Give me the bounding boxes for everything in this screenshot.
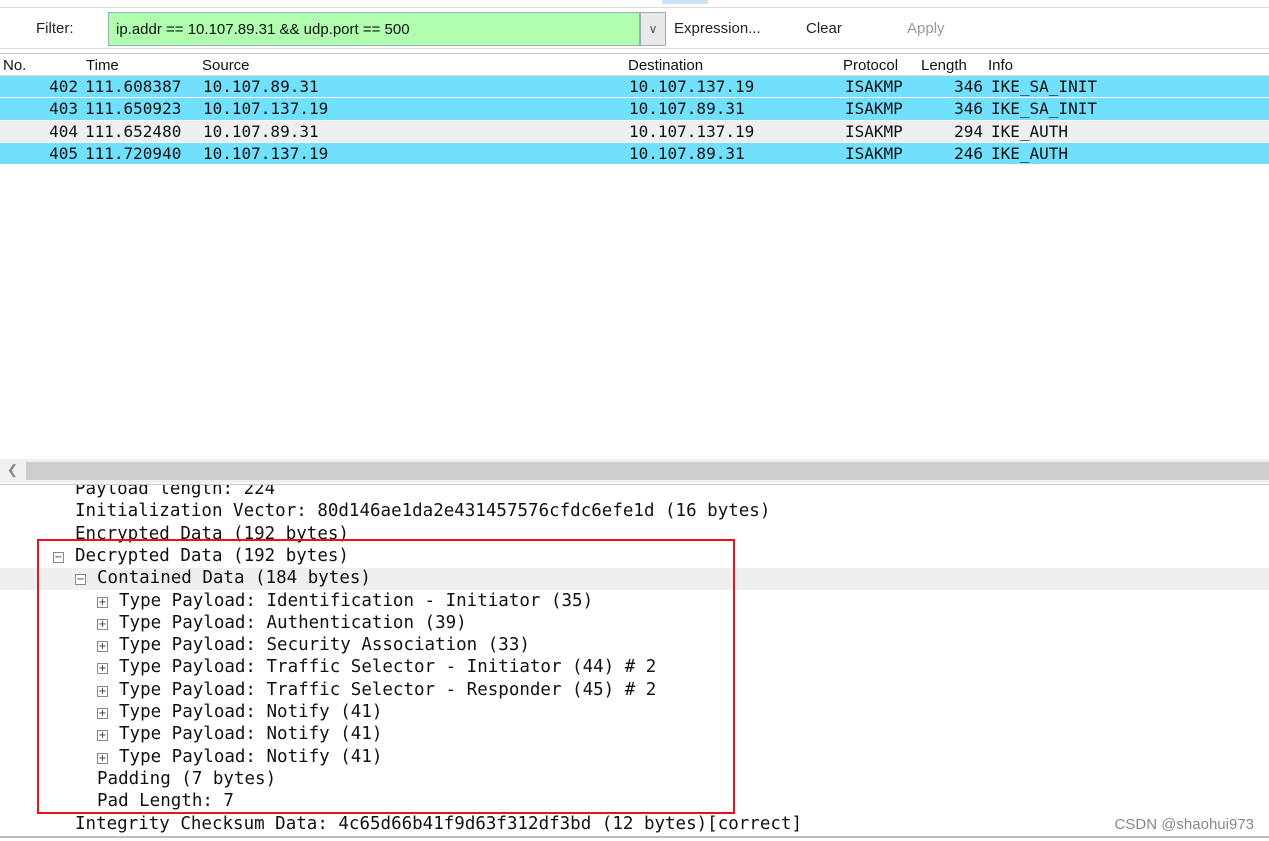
packet-cell-source: 10.107.89.31 [203, 121, 319, 141]
tree-item-label: Initialization Vector: 80d146ae1da2e4314… [75, 501, 771, 522]
annotation-highlight-box [37, 539, 735, 814]
packet-cell-no: 403 [49, 99, 78, 119]
packet-cell-info: IKE_AUTH [991, 143, 1069, 163]
packet-list: No. Time Source Destination Protocol Len… [0, 53, 1269, 458]
packet-cell-no: 402 [49, 77, 78, 96]
packet-cell-info: IKE_SA_INIT [991, 77, 1097, 96]
packet-row[interactable]: 405 111.720940 10.107.137.19 10.107.89.31 IS… [0, 142, 1269, 166]
clear-button[interactable]: Clear [806, 20, 842, 37]
column-header-info[interactable]: Info [988, 57, 1013, 74]
packet-cell-source: 10.107.89.31 [203, 77, 319, 96]
packet-cell-destination: 10.107.89.31 [629, 143, 745, 163]
packet-cell-length: 294 [954, 121, 983, 141]
packet-cell-destination: 10.107.137.19 [629, 121, 755, 141]
scroll-left-icon[interactable]: ❮ [7, 462, 18, 478]
apply-button[interactable]: Apply [907, 20, 945, 37]
packet-row[interactable]: 404 111.652480 10.107.89.31 10.107.137.19 IS… [0, 120, 1269, 143]
packet-cell-time: 111.650923 [85, 99, 182, 119]
filter-toolbar: Filter: ip.addr == 10.107.89.31 && udp.p… [0, 9, 1269, 49]
tree-item[interactable]: Payload length: 224 [0, 484, 1269, 501]
packet-cell-info: IKE_AUTH [991, 121, 1069, 141]
tree-item-label: Integrity Checksum Data: 4c65d66b41f9d63… [75, 813, 802, 834]
filter-input[interactable]: ip.addr == 10.107.89.31 && udp.port == 5… [108, 12, 640, 46]
packet-cell-info: IKE_SA_INIT [991, 99, 1097, 119]
top-toolbar [0, 0, 1269, 8]
packet-cell-protocol: ISAKMP [845, 77, 903, 96]
column-header-no[interactable]: No. [3, 57, 26, 74]
packet-row[interactable]: 403 111.650923 10.107.137.19 10.107.89.31 IS… [0, 98, 1269, 121]
packet-cell-protocol: ISAKMP [845, 121, 903, 141]
packet-cell-destination: 10.107.89.31 [629, 99, 745, 119]
column-header-protocol[interactable]: Protocol [843, 57, 898, 74]
filter-label: Filter: [36, 20, 74, 37]
column-header-destination[interactable]: Destination [628, 57, 703, 74]
packet-cell-length: 246 [954, 143, 983, 163]
tree-item[interactable]: Integrity Checksum Data: 4c65d66b41f9d63… [0, 814, 1269, 836]
packet-cell-no: 404 [49, 121, 78, 141]
filter-dropdown-button[interactable]: ∨ [640, 12, 666, 46]
packet-cell-destination: 10.107.137.19 [629, 77, 755, 96]
packet-cell-time: 111.652480 [85, 121, 182, 141]
packet-cell-length: 346 [954, 77, 983, 96]
watermark: CSDN @shaohui973 [1114, 816, 1254, 833]
horizontal-scrollbar[interactable]: ❮ [0, 459, 1269, 483]
packet-cell-protocol: ISAKMP [845, 143, 903, 163]
toolbar-tab-indicator [662, 0, 708, 4]
column-header-time[interactable]: Time [86, 57, 119, 74]
packet-cell-no: 405 [49, 143, 78, 163]
packet-cell-protocol: ISAKMP [845, 99, 903, 119]
packet-cell-time: 111.608387 [85, 77, 182, 96]
packet-cell-source: 10.107.137.19 [203, 99, 329, 119]
tree-item-label: Payload length: 224 [75, 484, 276, 499]
chevron-down-icon: ∨ [648, 22, 658, 36]
packet-row[interactable]: 402 111.608387 10.107.89.31 10.107.137.19 IS… [0, 76, 1269, 99]
expression-button[interactable]: Expression... [674, 20, 761, 37]
column-header-length[interactable]: Length [921, 57, 967, 74]
scrollbar-thumb[interactable] [26, 462, 1269, 480]
tree-item[interactable]: Initialization Vector: 80d146ae1da2e4314… [0, 501, 1269, 523]
column-header-source[interactable]: Source [202, 57, 250, 74]
packet-list-header: No. Time Source Destination Protocol Len… [0, 54, 1269, 76]
packet-cell-length: 346 [954, 99, 983, 119]
packet-cell-source: 10.107.137.19 [203, 143, 329, 163]
packet-cell-time: 111.720940 [85, 143, 182, 163]
